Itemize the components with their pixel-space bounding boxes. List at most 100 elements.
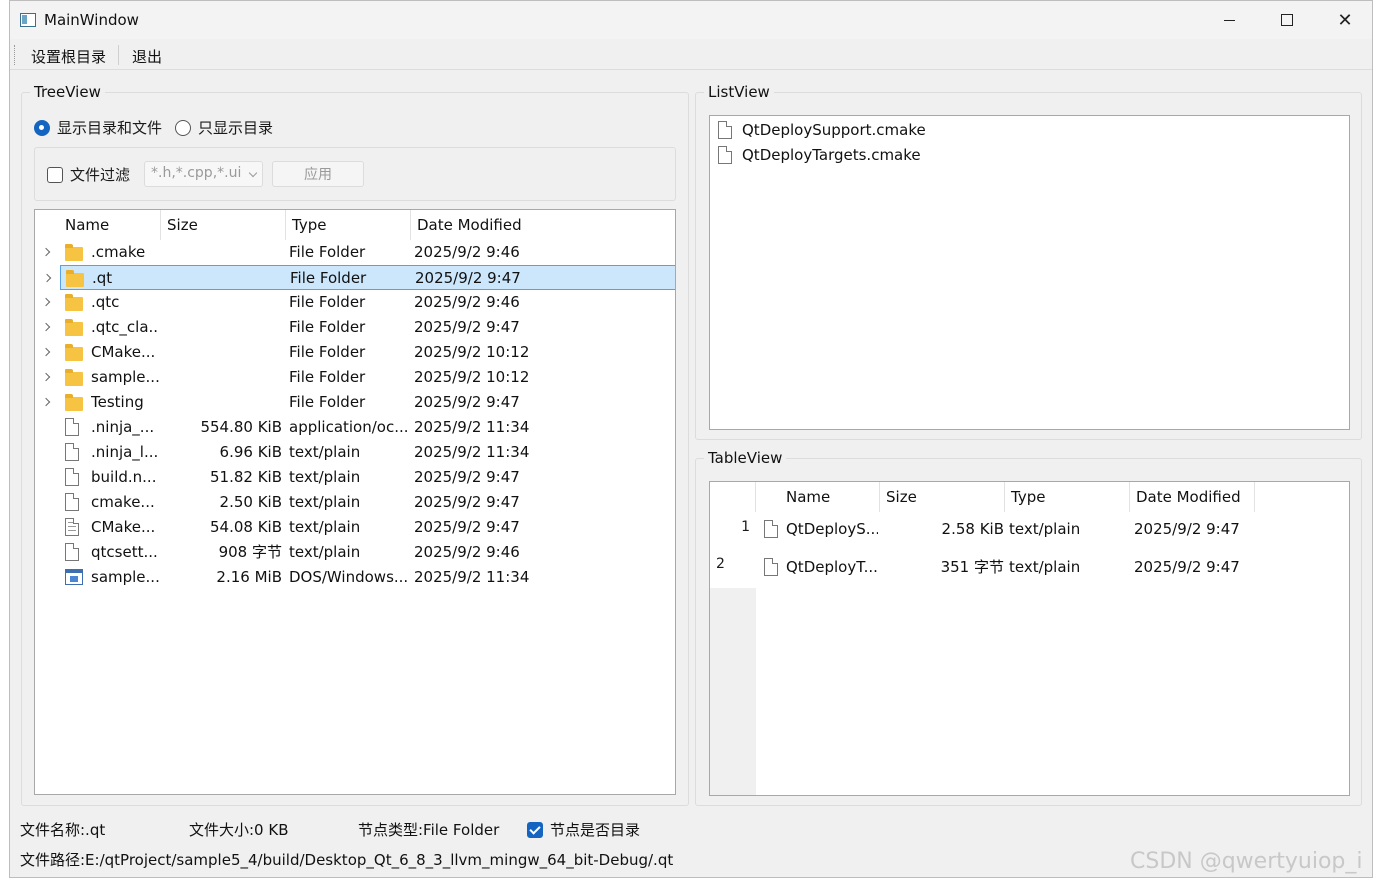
apply-button[interactable]: 应用: [272, 161, 364, 187]
table-row-number[interactable]: 2: [710, 550, 756, 588]
file-icon: [65, 543, 79, 561]
tree-row[interactable]: .qtc_cla... File Folder 2025/9/2 9:47: [35, 315, 675, 340]
radio-dirs-only[interactable]: 只显示目录: [175, 117, 273, 138]
tree-row[interactable]: CMake... File Folder 2025/9/2 10:12: [35, 340, 675, 365]
tree-cell-size: 51.82 KiB: [209, 468, 282, 486]
table-header-size[interactable]: Size: [880, 482, 1005, 512]
minimize-button[interactable]: [1200, 1, 1258, 39]
table-cell-size: 2.58 KiB: [941, 520, 1004, 538]
tree-cell-size: 554.80 KiB: [200, 418, 282, 436]
tree-row[interactable]: .cmake File Folder 2025/9/2 9:46: [35, 240, 675, 265]
tree-row[interactable]: sample... File Folder 2025/9/2 10:12: [35, 365, 675, 390]
table-cell-size: 351 字节: [940, 558, 1004, 576]
list-view[interactable]: QtDeploySupport.cmake QtDeployTargets.cm…: [709, 115, 1350, 430]
file-icon: [65, 418, 79, 436]
filter-panel: 文件过滤 *.h,*.cpp,*.ui 应用: [34, 147, 676, 201]
radio-show-all[interactable]: 显示目录和文件: [34, 117, 162, 138]
table-row[interactable]: QtDeployS... 2.58 KiB text/plain 2025/9/…: [756, 517, 1349, 542]
file-icon: [718, 146, 732, 164]
tree-row[interactable]: build.n... 51.82 KiB text/plain 2025/9/2 9:…: [35, 465, 675, 490]
tree-row[interactable]: Testing File Folder 2025/9/2 9:47: [35, 390, 675, 415]
chevron-right-icon[interactable]: [41, 372, 51, 382]
window-title: MainWindow: [44, 11, 139, 29]
tree-header-name[interactable]: Name: [59, 210, 161, 240]
chevron-right-icon[interactable]: [41, 397, 51, 407]
minimize-icon: [1223, 19, 1235, 21]
chevron-right-icon[interactable]: [41, 347, 51, 357]
table-cell-date: 2025/9/2 9:47: [1134, 558, 1240, 576]
close-button[interactable]: ✕: [1316, 1, 1374, 39]
tree-cell-type: application/oc...: [289, 418, 407, 436]
tree-row[interactable]: cmake... 2.50 KiB text/plain 2025/9/2 9:47: [35, 490, 675, 515]
table-header-date[interactable]: Date Modified: [1130, 482, 1255, 512]
tree-cell-date: 2025/9/2 11:34: [414, 418, 530, 436]
table-row-number[interactable]: 1: [710, 512, 756, 550]
tree-view[interactable]: Name Size Type Date Modified .cmake File …: [34, 209, 676, 795]
radio-show-all-label: 显示目录和文件: [57, 119, 163, 137]
filter-combobox[interactable]: *.h,*.cpp,*.ui: [144, 161, 263, 187]
tree-cell-date: 2025/9/2 10:12: [414, 368, 530, 386]
maximize-button[interactable]: [1258, 1, 1316, 39]
table-view[interactable]: Name Size Type Date Modified 1 2 QtDeplo…: [709, 481, 1350, 796]
tree-cell-date: 2025/9/2 9:47: [414, 493, 520, 511]
table-header-type[interactable]: Type: [1005, 482, 1130, 512]
table-row[interactable]: QtDeployT... 351 字节 text/plain 2025/9/2 …: [756, 555, 1349, 580]
tree-row[interactable]: .ninja_... 554.80 KiB application/oc... 202…: [35, 415, 675, 440]
tree-cell-size: [162, 266, 283, 291]
tree-cell-size: [161, 290, 282, 315]
set-root-dir-button[interactable]: 设置根目录: [31, 46, 106, 67]
table-header-name[interactable]: Name: [780, 482, 880, 512]
table-cell-type: text/plain: [1009, 520, 1081, 538]
tree-row[interactable]: .qt File Folder 2025/9/2 9:47: [42, 265, 675, 291]
status-file-path: 文件路径:E:/qtProject/sample5_4/build/Deskto…: [20, 851, 674, 869]
tree-cell-size: 6.96 KiB: [219, 443, 282, 461]
chevron-right-icon[interactable]: [41, 247, 51, 257]
tree-cell-name: .qt: [92, 269, 113, 287]
radio-dirs-only-label: 只显示目录: [198, 119, 274, 137]
tree-row[interactable]: sample... 2.16 MiB DOS/Windows... 2025/9/2 …: [35, 565, 675, 590]
tree-cell-type: File Folder: [289, 343, 366, 361]
tree-cell-type: File Folder: [290, 269, 367, 287]
list-item-label: QtDeploySupport.cmake: [742, 121, 926, 139]
tree-cell-size: 2.50 KiB: [219, 493, 282, 511]
table-corner[interactable]: [710, 482, 756, 512]
chevron-right-icon[interactable]: [41, 297, 51, 307]
tree-cell-type: File Folder: [289, 368, 366, 386]
tree-cell-date: 2025/9/2 9:46: [414, 243, 520, 261]
tree-cell-size: 908 字节: [218, 543, 282, 561]
folder-icon: [65, 344, 83, 361]
file-icon: [764, 520, 778, 538]
app-window-icon: [20, 13, 36, 27]
tree-row[interactable]: qtcsett... 908 字节 text/plain 2025/9/2 9:46: [35, 540, 675, 565]
tree-cell-name: .ninja_...: [91, 418, 155, 436]
tree-cell-date: 2025/9/2 9:47: [414, 518, 520, 536]
chevron-right-icon[interactable]: [41, 322, 51, 332]
toolbar-grip[interactable]: [14, 45, 17, 65]
tree-header-size[interactable]: Size: [161, 210, 286, 240]
status-file-size: 文件大小:0 KB: [189, 821, 289, 839]
tree-cell-date: 2025/9/2 9:46: [414, 543, 520, 561]
tree-cell-type: text/plain: [289, 518, 361, 536]
list-item[interactable]: QtDeploySupport.cmake: [710, 118, 1349, 143]
watermark: CSDN @qwertyuiop_i: [1130, 849, 1363, 874]
tree-cell-name: cmake...: [91, 493, 155, 511]
file-icon: [718, 121, 732, 139]
tree-cell-name: sample...: [91, 568, 159, 586]
treeview-group-title: TreeView: [30, 83, 105, 101]
tree-cell-size: [161, 315, 282, 340]
chevron-right-icon[interactable]: [42, 273, 52, 283]
title-bar[interactable]: MainWindow ✕: [10, 1, 1372, 39]
status-is-dir-checkbox[interactable]: 节点是否目录: [527, 819, 640, 840]
folder-icon: [65, 369, 83, 386]
filter-checkbox[interactable]: 文件过滤: [47, 164, 130, 185]
maximize-icon: [1281, 14, 1293, 26]
folder-icon: [65, 319, 83, 336]
tree-header-type[interactable]: Type: [286, 210, 411, 240]
list-item[interactable]: QtDeployTargets.cmake: [710, 143, 1349, 168]
tree-row[interactable]: CMake... 54.08 KiB text/plain 2025/9/2 9:47: [35, 515, 675, 540]
file-icon: [65, 443, 79, 461]
exit-button[interactable]: 退出: [132, 46, 162, 67]
tree-row[interactable]: .qtc File Folder 2025/9/2 9:46: [35, 290, 675, 315]
tree-header-date[interactable]: Date Modified: [411, 210, 675, 240]
tree-row[interactable]: .ninja_l... 6.96 KiB text/plain 2025/9/2 11…: [35, 440, 675, 465]
